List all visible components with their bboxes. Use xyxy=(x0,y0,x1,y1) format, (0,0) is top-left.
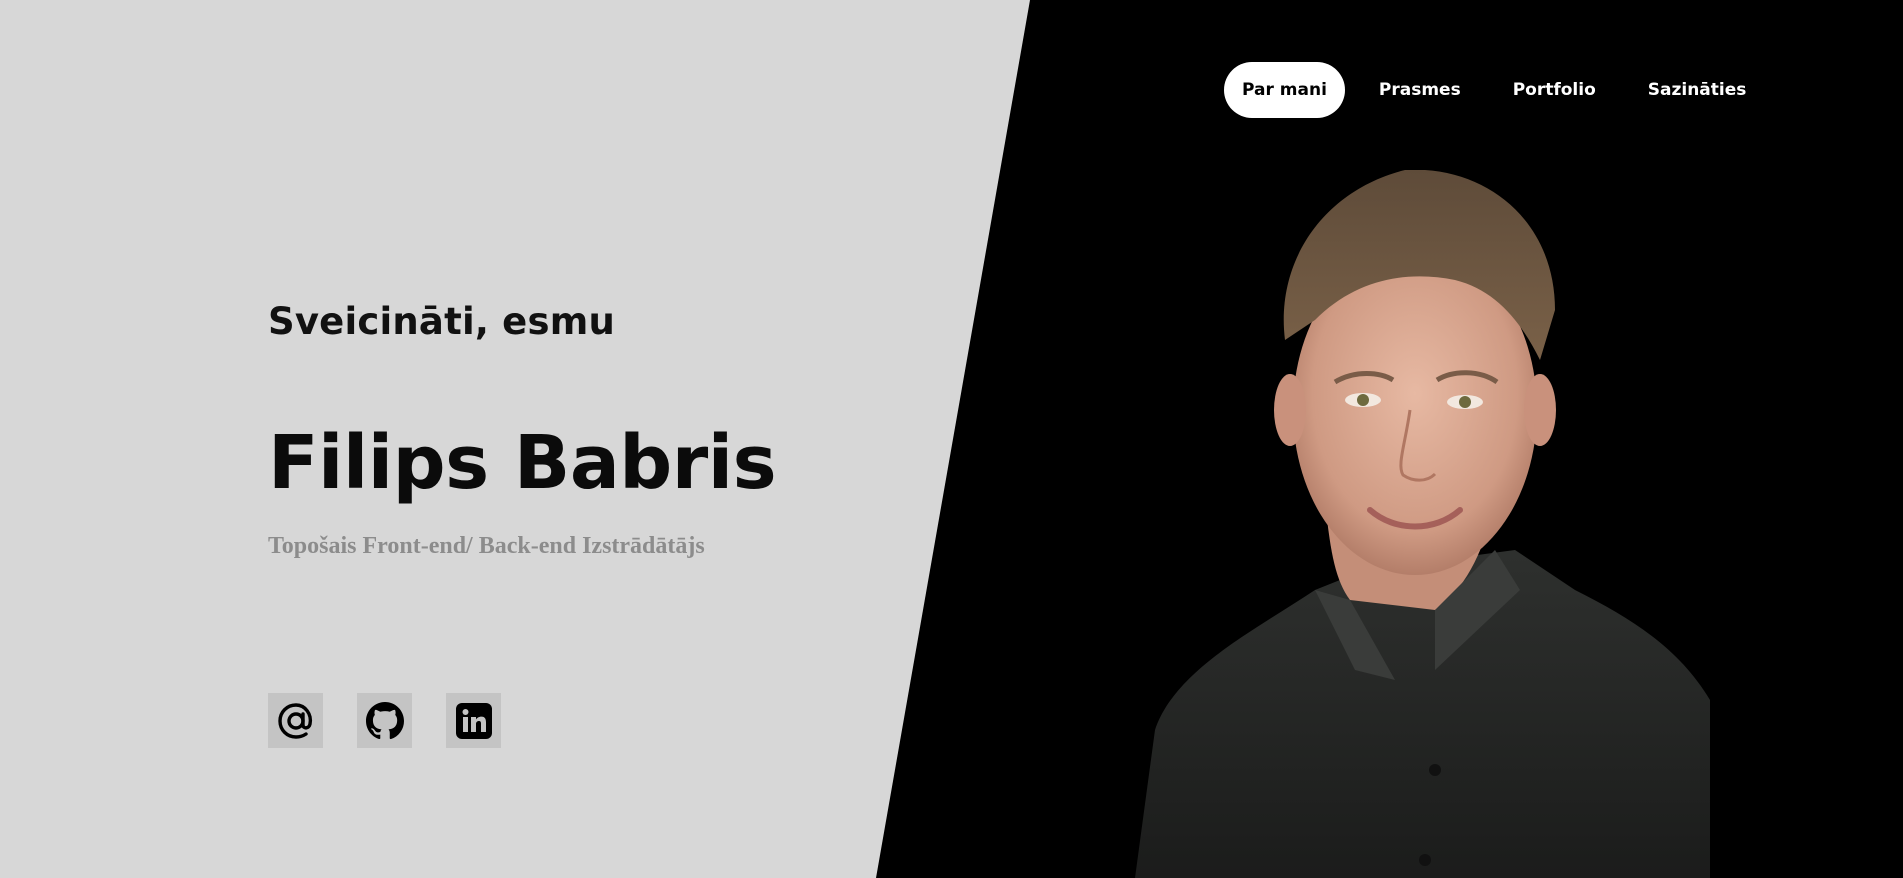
profile-photo xyxy=(1135,169,1710,878)
github-icon xyxy=(365,701,404,740)
greeting-text: Sveicināti, esmu xyxy=(268,300,615,343)
nav-item-skills[interactable]: Prasmes xyxy=(1361,62,1479,118)
nav-item-portfolio[interactable]: Portfolio xyxy=(1495,62,1614,118)
linkedin-icon xyxy=(455,702,493,740)
nav-item-contact[interactable]: Sazināties xyxy=(1630,62,1765,118)
person-name: Filips Babris xyxy=(268,420,777,506)
github-link[interactable] xyxy=(357,693,412,748)
main-nav: Par mani Prasmes Portfolio Sazināties xyxy=(1224,62,1764,118)
social-links xyxy=(268,693,501,748)
role-subtitle: Topošais Front-end/ Back-end Izstrādātāj… xyxy=(268,533,705,559)
linkedin-link[interactable] xyxy=(446,693,501,748)
email-link[interactable] xyxy=(268,693,323,748)
page: Par mani Prasmes Portfolio Sazināties Sv… xyxy=(0,0,1903,878)
nav-item-about[interactable]: Par mani xyxy=(1224,62,1345,118)
at-sign-icon xyxy=(276,701,316,741)
